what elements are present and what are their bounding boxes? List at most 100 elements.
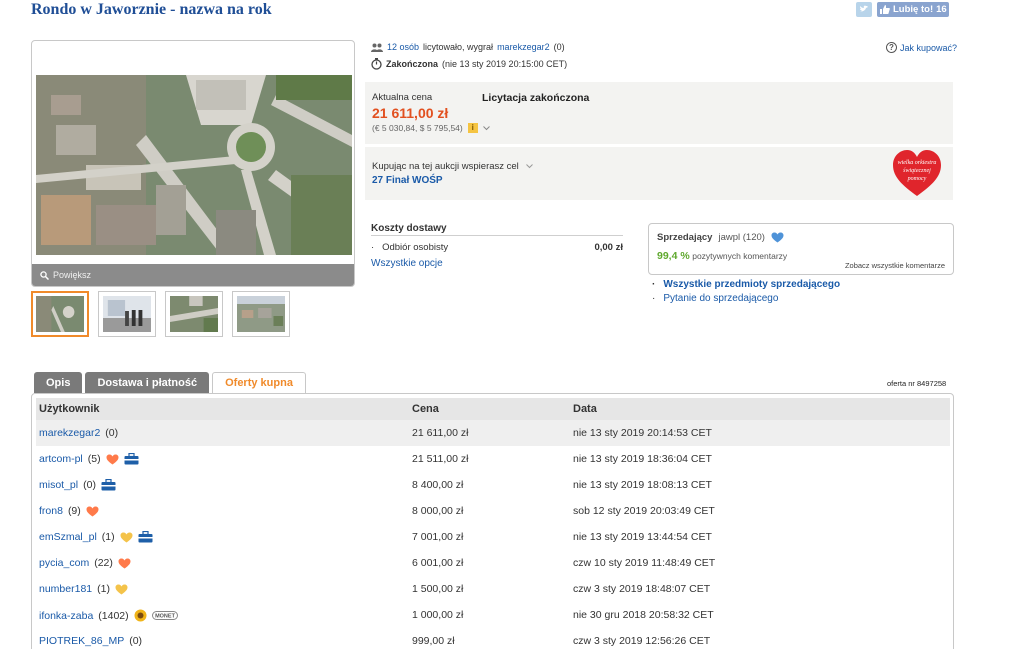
bidder-link[interactable]: number181 — [39, 583, 92, 595]
bidder-link[interactable]: emSzmal_pl — [39, 531, 97, 543]
winner-score: (0) — [553, 42, 565, 52]
offer-number: oferta nr 8497258 — [887, 379, 947, 388]
bidder-link[interactable]: fron8 — [39, 505, 63, 517]
bidder-cell: artcom-pl (5) — [39, 453, 139, 465]
heart-icon — [115, 584, 128, 594]
bidder-cell: ifonka-zaba (1402) MONET — [39, 609, 178, 622]
bid-date: czw 10 sty 2019 11:48:49 CET — [573, 557, 716, 569]
thumbnail-4[interactable] — [232, 291, 290, 337]
bidder-score: (5) — [87, 453, 101, 465]
info-icon[interactable]: i — [467, 123, 478, 133]
bid-price: 8 000,00 zł — [412, 505, 464, 517]
seller-rating: 99,4 % pozytywnych komentarzy — [657, 250, 787, 262]
bidder-cell: emSzmal_pl (1) — [39, 531, 153, 543]
bid-date: nie 13 sty 2019 18:08:13 CET — [573, 479, 712, 491]
bidders-line: 12 osób licytowało, wygrał marekzegar2 (… — [371, 42, 565, 52]
page-title: Rondo w Jaworznie - nazwa na rok — [31, 1, 272, 18]
seller-panel: Sprzedający jawpl (120) 99,4 % pozytywny… — [648, 223, 954, 275]
winner-link[interactable]: marekzegar2 — [497, 42, 550, 52]
ended-label: Zakończona — [386, 59, 439, 69]
bidder-link[interactable]: PIOTREK_86_MP — [39, 635, 124, 647]
bidder-cell: number181 (1) — [39, 583, 128, 595]
how-to-buy-link[interactable]: ? Jak kupować? — [886, 42, 957, 53]
twitter-button[interactable] — [856, 2, 872, 17]
bidder-link[interactable]: misot_pl — [39, 479, 78, 491]
tab-description[interactable]: Opis — [34, 372, 83, 393]
bidders-link[interactable]: 12 osób — [387, 42, 419, 52]
heart-icon — [118, 558, 131, 568]
bid-price: 21 611,00 zł — [412, 427, 469, 439]
bidder-score: (22) — [94, 557, 113, 569]
main-photo[interactable] — [36, 75, 352, 255]
bidder-link[interactable]: ifonka-zaba — [39, 610, 93, 622]
zoom-bar[interactable]: Powiększ — [32, 264, 354, 286]
bidder-score: (1402) — [98, 609, 129, 622]
bidder-link[interactable]: artcom-pl — [39, 453, 83, 465]
shipping-option-price: 0,00 zł — [594, 242, 623, 253]
thumbnail-image — [237, 296, 285, 332]
tab-offers[interactable]: Oferty kupna — [212, 372, 306, 394]
chevron-down-icon[interactable] — [482, 125, 490, 131]
thumbnail-image — [36, 296, 84, 332]
tab-delivery[interactable]: Dostawa i płatność — [85, 372, 210, 393]
thumbnail-1[interactable] — [31, 291, 89, 337]
seller-score: (120) — [742, 232, 765, 243]
chevron-down-icon[interactable] — [526, 164, 534, 169]
thumbnail-3[interactable] — [165, 291, 223, 337]
bid-date: nie 13 sty 2019 13:44:54 CET — [573, 531, 712, 543]
like-label: Lubię to! — [893, 4, 934, 15]
bidders-text: licytowało, wygrał — [423, 42, 494, 52]
bidder-score: (1) — [97, 583, 110, 595]
wosp-heart-logo[interactable]: wielka orkiestra świątecznej pomocy — [892, 149, 942, 199]
thumbs-up-icon — [880, 5, 890, 14]
bidder-score: (1) — [101, 531, 115, 543]
main-photo-frame[interactable]: Powiększ — [31, 40, 355, 287]
charity-link[interactable]: 27 Finał WOŚP — [372, 175, 443, 186]
tab-bar: Opis Dostawa i płatność Oferty kupna — [34, 372, 306, 394]
heart-icon — [86, 506, 99, 516]
shipping-option-row: · Odbiór osobisty 0,00 zł — [371, 242, 623, 253]
bidder-score: (0) — [83, 479, 96, 491]
how-to-buy-label[interactable]: Jak kupować? — [900, 43, 957, 53]
offers-table: Użytkownik Cena Data marekzegar2 (0) 21 61… — [31, 393, 954, 649]
all-shipping-options-link[interactable]: Wszystkie opcje — [371, 258, 443, 269]
bidder-score: (0) — [105, 427, 119, 439]
seller-links: · Wszystkie przedmioty sprzedającego · Pyt… — [652, 279, 840, 307]
bidder-link[interactable]: pycia_com — [39, 557, 89, 569]
table-row: emSzmal_pl (1) 7 001,00 zł nie 13 sty 2019 … — [36, 524, 950, 550]
seller-name[interactable]: jawpl (120) — [718, 232, 764, 243]
bid-price: 6 001,00 zł — [412, 557, 464, 569]
bid-date: czw 3 sty 2019 12:56:26 CET — [573, 635, 711, 647]
svg-text:wielka orkiestra: wielka orkiestra — [898, 160, 937, 166]
table-row: pycia_com (22) 6 001,00 zł czw 10 sty 2019 … — [36, 550, 950, 576]
seller-all-items-link[interactable]: Wszystkie przedmioty sprzedającego — [663, 279, 840, 290]
thumbnail-2[interactable] — [98, 291, 156, 337]
shipping-option-label: Odbiór osobisty — [382, 242, 449, 253]
question-icon: ? — [886, 42, 897, 53]
seller-name-text: jawpl — [718, 232, 741, 243]
header-user: Użytkownik — [39, 403, 100, 415]
charity-label: Kupując na tej aukcji wspierasz cel — [372, 161, 519, 172]
stopwatch-icon — [371, 58, 382, 70]
table-row: number181 (1) 1 500,00 zł czw 3 sty 2019 18… — [36, 576, 950, 602]
table-row: fron8 (9) 8 000,00 zł sob 12 sty 2019 20:03… — [36, 498, 950, 524]
bidder-cell: pycia_com (22) — [39, 557, 131, 569]
bidder-score: (0) — [129, 635, 143, 647]
shipping-divider — [371, 235, 623, 236]
bid-price: 8 400,00 zł — [412, 479, 464, 491]
like-count: 16 — [936, 4, 947, 15]
header-price: Cena — [412, 403, 439, 415]
ask-seller-link[interactable]: Pytanie do sprzedającego — [663, 293, 778, 304]
bid-price: 1 500,00 zł — [412, 583, 464, 595]
heart-icon — [120, 532, 133, 542]
table-row: ifonka-zaba (1402) MONET 1 000,00 zł nie 30 … — [36, 602, 950, 628]
table-row: misot_pl (0) 8 400,00 zł nie 13 sty 2019 18… — [36, 472, 950, 498]
bid-date: sob 12 sty 2019 20:03:49 CET — [573, 505, 715, 517]
auction-ended-line: Zakończona (nie 13 sty 2019 20:15:00 CET… — [371, 58, 567, 70]
bidder-link[interactable]: marekzegar2 — [39, 427, 100, 439]
seller-label: Sprzedający — [657, 232, 713, 243]
see-all-comments-link[interactable]: Zobacz wszystkie komentarze — [845, 261, 945, 270]
like-button[interactable]: Lubię to! 16 — [877, 2, 949, 17]
shipping-option: · Odbiór osobisty — [371, 242, 449, 253]
shipping-title: Koszty dostawy — [371, 223, 447, 234]
